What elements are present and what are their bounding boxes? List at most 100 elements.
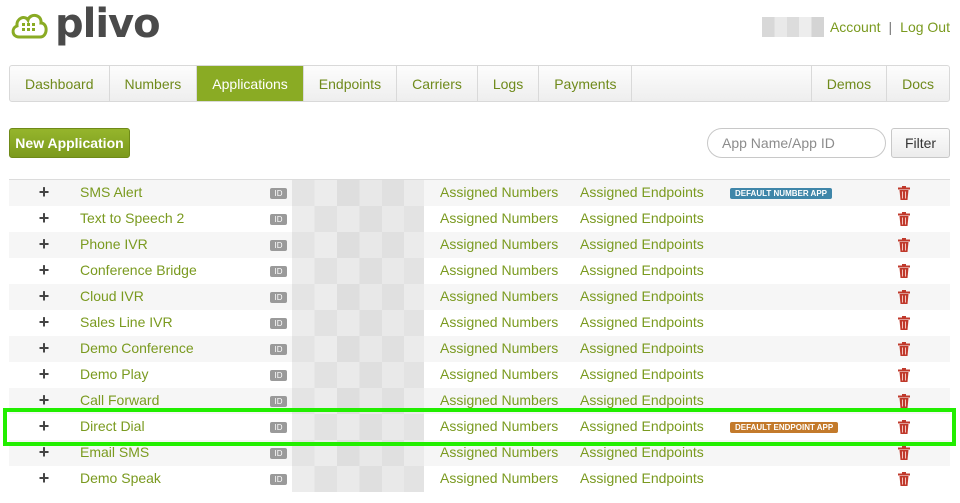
app-name-link[interactable]: Demo Conference xyxy=(80,340,194,356)
plus-icon[interactable]: + xyxy=(36,312,52,332)
tab-logs[interactable]: Logs xyxy=(478,66,540,101)
table-row: + Demo Play ID Assigned Numbers Assigned End… xyxy=(9,362,950,388)
table-row: + Demo Speak ID Assigned Numbers Assigned En… xyxy=(9,466,950,492)
plus-icon[interactable]: + xyxy=(36,208,52,228)
assigned-endpoints-link[interactable]: Assigned Endpoints xyxy=(580,366,704,382)
masked-app-id xyxy=(292,180,424,206)
assigned-numbers-link[interactable]: Assigned Numbers xyxy=(440,210,558,226)
assigned-numbers-link[interactable]: Assigned Numbers xyxy=(440,366,558,382)
account-area: Account | Log Out xyxy=(761,17,950,37)
main-nav: Dashboard Numbers Applications Endpoints… xyxy=(9,65,950,102)
app-name-link[interactable]: Sales Line IVR xyxy=(80,314,173,330)
assigned-numbers-link[interactable]: Assigned Numbers xyxy=(440,288,558,304)
assigned-numbers-link[interactable]: Assigned Numbers xyxy=(440,262,558,278)
app-name-link[interactable]: SMS Alert xyxy=(80,184,142,200)
trash-icon[interactable] xyxy=(898,290,910,304)
logo[interactable]: plivo xyxy=(9,1,161,47)
plus-icon[interactable]: + xyxy=(36,234,52,254)
tab-numbers[interactable]: Numbers xyxy=(110,66,198,101)
trash-icon[interactable] xyxy=(898,316,910,330)
masked-app-id xyxy=(292,232,424,258)
filter-button[interactable]: Filter xyxy=(891,128,950,158)
assigned-endpoints-link[interactable]: Assigned Endpoints xyxy=(580,340,704,356)
assigned-endpoints-link[interactable]: Assigned Endpoints xyxy=(580,184,704,200)
tab-dashboard[interactable]: Dashboard xyxy=(10,66,110,101)
plus-icon[interactable]: + xyxy=(36,260,52,280)
plus-icon[interactable]: + xyxy=(36,364,52,384)
app-name-link[interactable]: Demo Speak xyxy=(80,470,161,486)
applications-table: + SMS Alert ID Assigned Numbers Assigned End… xyxy=(3,179,956,492)
app-name-link[interactable]: Email SMS xyxy=(80,444,149,460)
table-row: + Cloud IVR ID Assigned Numbers Assigned End… xyxy=(9,284,950,310)
app-name-link[interactable]: Conference Bridge xyxy=(80,262,197,278)
tab-applications[interactable]: Applications xyxy=(197,66,304,101)
trash-icon[interactable] xyxy=(898,472,910,486)
tab-payments[interactable]: Payments xyxy=(539,66,633,101)
plus-icon[interactable]: + xyxy=(36,390,52,410)
masked-app-id xyxy=(292,206,424,232)
tab-carriers[interactable]: Carriers xyxy=(397,66,478,101)
tab-endpoints[interactable]: Endpoints xyxy=(304,66,398,101)
assigned-numbers-link[interactable]: Assigned Numbers xyxy=(440,418,558,434)
app-name-link[interactable]: Call Forward xyxy=(80,392,159,408)
new-application-button[interactable]: New Application xyxy=(9,128,130,158)
brand-name: plivo xyxy=(55,1,161,47)
trash-icon[interactable] xyxy=(898,394,910,408)
table-row: + Phone IVR ID Assigned Numbers Assigned End… xyxy=(9,232,950,258)
trash-icon[interactable] xyxy=(898,238,910,252)
masked-app-id xyxy=(292,362,424,388)
masked-app-id xyxy=(292,258,424,284)
assigned-numbers-link[interactable]: Assigned Numbers xyxy=(440,314,558,330)
trash-icon[interactable] xyxy=(898,186,910,200)
app-name-link[interactable]: Cloud IVR xyxy=(80,288,144,304)
masked-app-id xyxy=(292,310,424,336)
app-name-link[interactable]: Demo Play xyxy=(80,366,148,382)
assigned-endpoints-link[interactable]: Assigned Endpoints xyxy=(580,392,704,408)
assigned-endpoints-link[interactable]: Assigned Endpoints xyxy=(580,288,704,304)
table-row: + Call Forward ID Assigned Numbers Assigned … xyxy=(9,388,950,414)
plus-icon[interactable]: + xyxy=(36,286,52,306)
id-badge: ID xyxy=(270,266,287,277)
assigned-endpoints-link[interactable]: Assigned Endpoints xyxy=(580,210,704,226)
assigned-endpoints-link[interactable]: Assigned Endpoints xyxy=(580,262,704,278)
app-name-link[interactable]: Direct Dial xyxy=(80,418,145,434)
assigned-endpoints-link[interactable]: Assigned Endpoints xyxy=(580,444,704,460)
assigned-endpoints-link[interactable]: Assigned Endpoints xyxy=(580,314,704,330)
assigned-numbers-link[interactable]: Assigned Numbers xyxy=(440,236,558,252)
table-row: + Conference Bridge ID Assigned Numbers Assi… xyxy=(9,258,950,284)
trash-icon[interactable] xyxy=(898,342,910,356)
assigned-numbers-link[interactable]: Assigned Numbers xyxy=(440,340,558,356)
table-row: + Demo Conference ID Assigned Numbers Assign… xyxy=(9,336,950,362)
header-separator: | xyxy=(888,19,893,35)
table-row: + Sales Line IVR ID Assigned Numbers Assigne… xyxy=(9,310,950,336)
assigned-numbers-link[interactable]: Assigned Numbers xyxy=(440,392,558,408)
assigned-endpoints-link[interactable]: Assigned Endpoints xyxy=(580,470,704,486)
assigned-endpoints-link[interactable]: Assigned Endpoints xyxy=(580,418,704,434)
trash-icon[interactable] xyxy=(898,420,910,434)
assigned-numbers-link[interactable]: Assigned Numbers xyxy=(440,444,558,460)
app-name-link[interactable]: Text to Speech 2 xyxy=(80,210,184,226)
plus-icon[interactable]: + xyxy=(36,338,52,358)
id-badge: ID xyxy=(270,422,287,433)
id-badge: ID xyxy=(270,448,287,459)
trash-icon[interactable] xyxy=(898,446,910,460)
trash-icon[interactable] xyxy=(898,212,910,226)
tab-docs[interactable]: Docs xyxy=(886,66,949,101)
id-badge: ID xyxy=(270,188,287,199)
plus-icon[interactable]: + xyxy=(36,182,52,202)
trash-icon[interactable] xyxy=(898,368,910,382)
masked-app-id xyxy=(292,336,424,362)
trash-icon[interactable] xyxy=(898,264,910,278)
app-name-link[interactable]: Phone IVR xyxy=(80,236,148,252)
assigned-endpoints-link[interactable]: Assigned Endpoints xyxy=(580,236,704,252)
assigned-numbers-link[interactable]: Assigned Numbers xyxy=(440,470,558,486)
plus-icon[interactable]: + xyxy=(36,442,52,462)
account-link[interactable]: Account xyxy=(830,19,881,35)
plus-icon[interactable]: + xyxy=(36,468,52,488)
logout-link[interactable]: Log Out xyxy=(900,19,950,35)
tab-demos[interactable]: Demos xyxy=(810,66,886,101)
assigned-numbers-link[interactable]: Assigned Numbers xyxy=(440,184,558,200)
app-search-input[interactable] xyxy=(707,128,886,158)
plus-icon[interactable]: + xyxy=(36,416,52,436)
masked-app-id xyxy=(292,388,424,414)
